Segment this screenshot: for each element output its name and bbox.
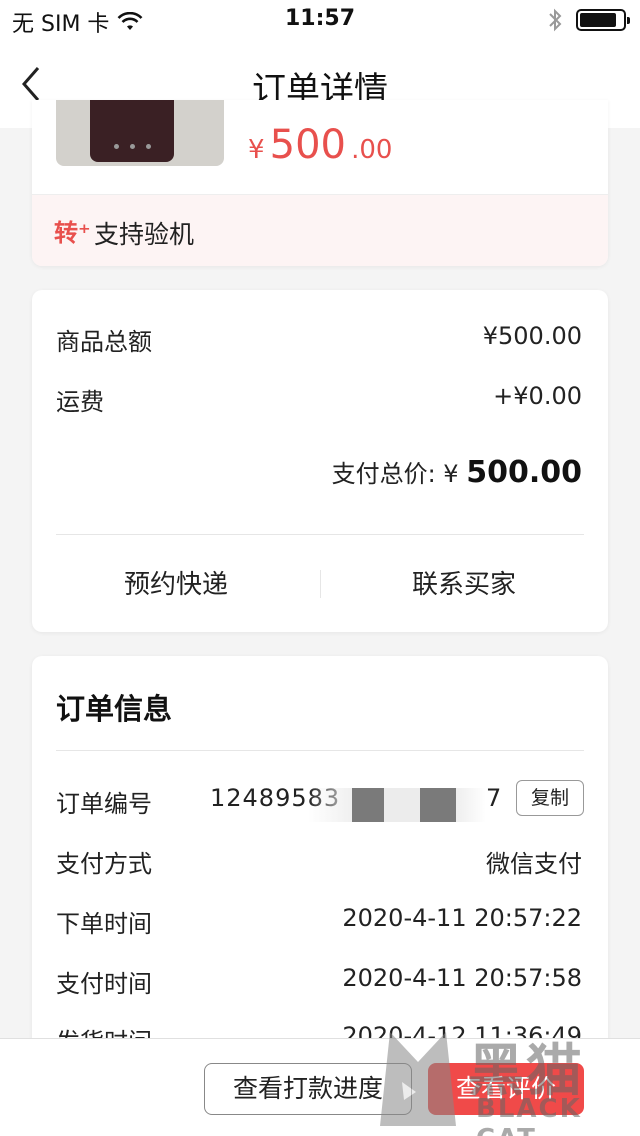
payment-total-amount: 500.00	[466, 455, 582, 490]
product-price: ¥ 500 .00	[248, 122, 392, 168]
order-info-title: 订单信息	[56, 692, 173, 726]
schedule-courier-button[interactable]: 预约快递	[32, 564, 320, 601]
redaction-block	[308, 788, 358, 822]
goods-total-label: 商品总额	[56, 328, 152, 356]
payment-method-label: 支付方式	[56, 850, 152, 878]
divider	[56, 750, 584, 751]
status-time: 11:57	[284, 6, 356, 31]
price-currency: ¥	[248, 135, 265, 165]
battery-icon	[576, 9, 630, 31]
order-number-tail: 7	[486, 784, 503, 812]
redaction-block	[352, 788, 384, 822]
inspection-strip: 转⁺ 支持验机	[32, 194, 608, 266]
phone-image	[90, 100, 174, 162]
order-number-label: 订单编号	[56, 790, 152, 818]
view-review-button[interactable]: 查看评价	[428, 1063, 584, 1115]
shipping-label: 运费	[56, 388, 104, 416]
redaction-block	[420, 788, 456, 822]
order-time-label: 下单时间	[56, 910, 152, 938]
redaction-block	[384, 788, 420, 822]
goods-total-value: ¥500.00	[482, 322, 582, 350]
order-info-card: 订单信息 订单编号 12489583 7 复制 支付方式 微信支付 下单时间 2…	[32, 656, 608, 1076]
payment-total: 支付总价: ¥ 500.00	[332, 454, 582, 490]
price-decimal: .00	[351, 135, 393, 165]
redaction-block	[456, 788, 486, 822]
status-bar: 无 SIM 卡 11:57	[0, 0, 640, 40]
status-right	[548, 8, 630, 32]
inspection-text: 支持验机	[94, 220, 195, 249]
zhuan-plus-logo: 转⁺	[54, 219, 91, 247]
divider	[56, 534, 584, 535]
shipping-value: +¥0.00	[493, 382, 582, 410]
copy-order-number-button[interactable]: 复制	[516, 780, 584, 816]
product-image[interactable]	[56, 100, 224, 166]
price-summary-card: 商品总额 ¥500.00 运费 +¥0.00 支付总价: ¥ 500.00 预约…	[32, 290, 608, 632]
payment-total-label: 支付总价: ¥	[331, 460, 459, 488]
payment-time-label: 支付时间	[56, 970, 152, 998]
price-integer: 500	[269, 122, 346, 168]
bluetooth-icon	[549, 8, 562, 32]
view-payout-progress-button[interactable]: 查看打款进度	[204, 1063, 412, 1115]
product-card[interactable]: ¥ 500 .00 转⁺ 支持验机	[32, 100, 608, 266]
contact-buyer-button[interactable]: 联系买家	[320, 564, 608, 601]
payment-time-value: 2020-4-11 20:57:58	[342, 964, 582, 992]
bottom-action-bar: 查看打款进度 查看评价	[0, 1038, 640, 1136]
payment-method-value: 微信支付	[486, 850, 582, 878]
order-time-value: 2020-4-11 20:57:22	[342, 904, 582, 932]
order-detail-screen: 无 SIM 卡 11:57 订单详情 ¥ 500 .00 转⁺ 支持验机 商品总…	[0, 0, 640, 1136]
